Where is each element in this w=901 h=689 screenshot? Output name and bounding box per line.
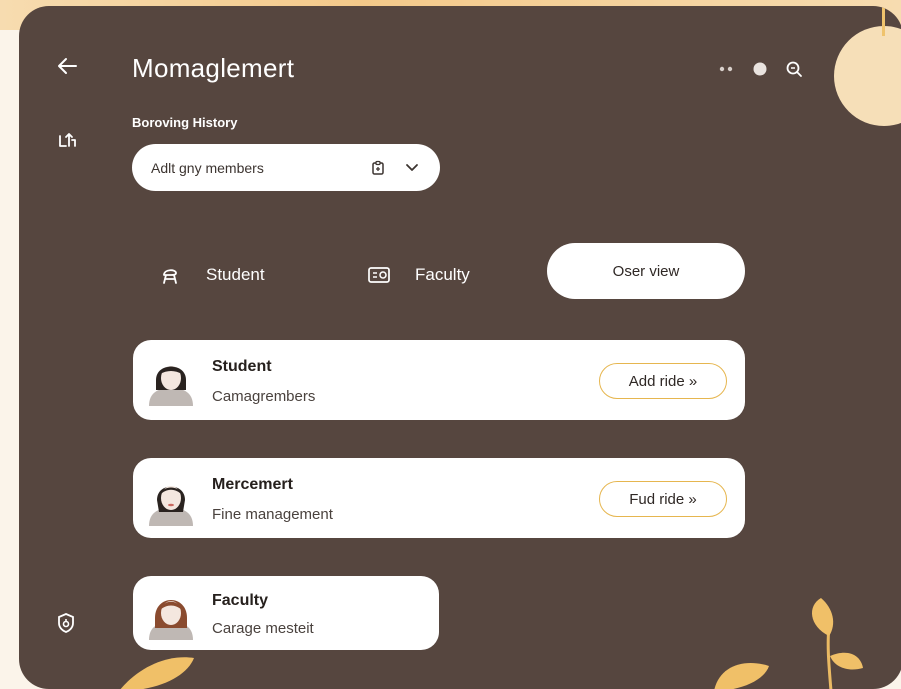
page-title: Momaglemert bbox=[132, 53, 295, 83]
chair-icon bbox=[158, 263, 182, 287]
member-card-faculty[interactable]: Faculty Carage mesteit bbox=[133, 576, 439, 650]
member-card-management[interactable]: Mercemert Fine management Fud ride » bbox=[133, 458, 745, 538]
chevron-down-icon[interactable] bbox=[402, 158, 422, 178]
status-dot-icon[interactable] bbox=[752, 61, 768, 77]
avatar bbox=[149, 366, 193, 406]
member-filter-dropdown[interactable]: Adlt gny members bbox=[132, 144, 440, 191]
decorative-circle bbox=[834, 26, 901, 126]
tab-faculty-label: Faculty bbox=[415, 265, 470, 284]
search-icon[interactable] bbox=[784, 59, 804, 79]
card-subtitle: Carage mesteit bbox=[212, 620, 314, 637]
leaf-decoration bbox=[714, 663, 769, 689]
shield-settings-icon[interactable] bbox=[53, 610, 79, 636]
card-title: Mercemert bbox=[212, 476, 293, 493]
avatar bbox=[149, 600, 193, 640]
add-ride-button[interactable]: Add ride » bbox=[599, 363, 727, 399]
tab-overview-label: Oser view bbox=[612, 262, 680, 280]
card-title: Faculty bbox=[212, 592, 269, 609]
decorative-line bbox=[882, 6, 885, 36]
export-icon[interactable] bbox=[54, 126, 80, 152]
find-ride-button[interactable]: Fud ride » bbox=[599, 481, 727, 517]
tab-faculty[interactable]: Faculty bbox=[367, 257, 470, 293]
leaf-decoration bbox=[120, 657, 194, 689]
card-subtitle: Fine management bbox=[212, 506, 333, 523]
card-subtitle: Camagrembers bbox=[212, 388, 316, 405]
more-dots-icon[interactable] bbox=[717, 63, 737, 75]
tab-overview[interactable]: Oser view bbox=[547, 243, 745, 299]
back-arrow-icon[interactable] bbox=[53, 54, 81, 78]
dropdown-value: Adlt gny members bbox=[151, 159, 264, 176]
tab-student[interactable]: Student bbox=[158, 257, 265, 293]
section-label: Boroving History bbox=[132, 115, 238, 130]
leaf-decoration bbox=[811, 598, 863, 689]
member-card-student[interactable]: Student Camagrembers Add ride » bbox=[133, 340, 745, 420]
id-card-icon bbox=[367, 263, 391, 287]
avatar bbox=[149, 486, 193, 526]
card-title: Student bbox=[212, 358, 272, 375]
clipboard-icon[interactable] bbox=[368, 158, 388, 178]
tab-student-label: Student bbox=[206, 265, 265, 284]
app-panel: Momaglemert Boroving History Adlt gny me… bbox=[19, 6, 901, 689]
